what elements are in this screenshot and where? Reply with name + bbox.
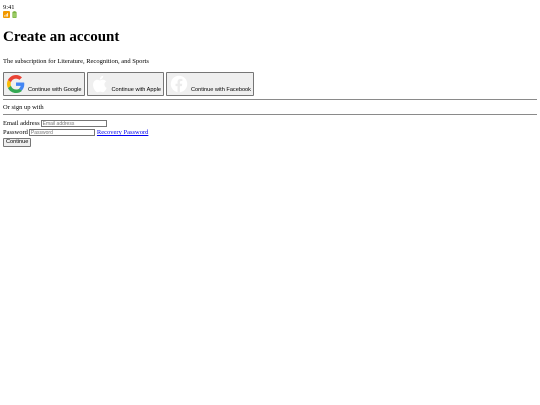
continue-with-apple-button[interactable]: Continue with Apple	[86, 72, 164, 96]
signup-form: Email address Password Recovery Password…	[3, 119, 537, 147]
wifi-icon	[3, 11, 10, 21]
apple-button-label: Continue with Apple	[111, 87, 161, 93]
page-title: Create an account	[3, 29, 120, 45]
or-sign-up-with-text: Or sign up with	[3, 104, 44, 111]
google-icon	[6, 74, 26, 94]
status-time: 9:41	[3, 4, 15, 11]
battery-icon	[12, 11, 17, 21]
email-label: Email address	[3, 120, 40, 127]
password-field[interactable]	[28, 129, 95, 136]
email-field[interactable]	[40, 120, 107, 127]
email-row: Email address	[3, 119, 537, 128]
apple-icon	[90, 74, 110, 94]
facebook-icon	[169, 74, 189, 94]
social-signin-row: Continue with Google Continue with Apple…	[3, 72, 537, 96]
divider-top	[3, 99, 537, 100]
status-bar: 9:41	[3, 4, 537, 20]
continue-button[interactable]: Continue	[3, 138, 32, 147]
password-row: Password Recovery Password	[3, 128, 537, 137]
divider-bottom	[3, 114, 537, 115]
continue-with-google-button[interactable]: Continue with Google	[3, 72, 85, 96]
status-icons	[3, 11, 537, 21]
google-button-label: Continue with Google	[28, 87, 82, 93]
page-subtitle: The subscription for Literature, Recogni…	[3, 58, 149, 65]
recovery-password-link[interactable]: Recovery Password	[97, 129, 148, 136]
signup-screen: 9:41 Create an account The subscription …	[0, 0, 540, 405]
password-label: Password	[3, 129, 28, 136]
facebook-button-label: Continue with Facebook	[190, 87, 251, 93]
continue-with-facebook-button[interactable]: Continue with Facebook	[165, 72, 254, 96]
